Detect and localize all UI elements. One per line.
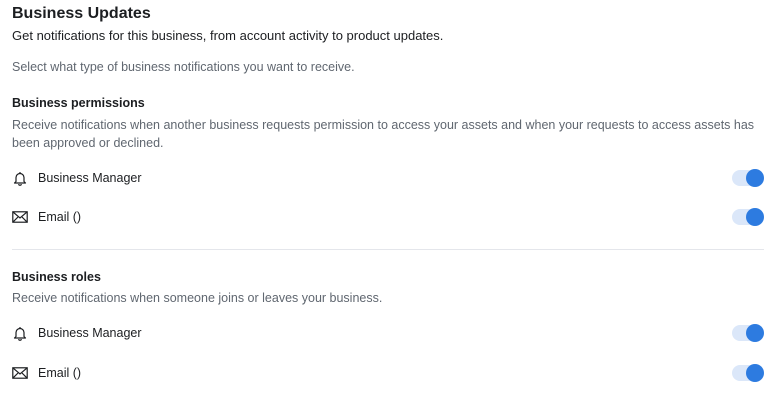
- email-toggle[interactable]: [732, 208, 764, 226]
- toggle-knob: [746, 169, 764, 187]
- section-title-business-permissions: Business permissions: [12, 96, 145, 110]
- page-title: Business Updates: [12, 5, 151, 22]
- setting-label: Business Manager: [38, 171, 142, 185]
- intro-text: Select what type of business notificatio…: [12, 60, 355, 74]
- setting-row-permissions-email: Email (): [12, 207, 764, 227]
- page-subtitle: Get notifications for this business, fro…: [12, 28, 444, 43]
- bell-icon: [12, 170, 28, 186]
- toggle-knob: [746, 324, 764, 342]
- setting-label: Email (): [38, 210, 82, 224]
- setting-label: Business Manager: [38, 326, 142, 340]
- section-description-business-roles: Receive notifications when someone joins…: [12, 291, 383, 305]
- setting-row-permissions-business-manager: Business Manager: [12, 168, 764, 188]
- section-title-business-roles: Business roles: [12, 270, 101, 284]
- bell-icon: [12, 325, 28, 341]
- section-description-business-permissions: Receive notifications when another busin…: [12, 118, 755, 150]
- envelope-icon: [12, 209, 28, 225]
- business-manager-toggle[interactable]: [732, 324, 764, 342]
- business-manager-toggle[interactable]: [732, 169, 764, 187]
- setting-label: Email (): [38, 366, 82, 380]
- business-updates-panel: Business Updates Get notifications for t…: [0, 0, 773, 399]
- section-divider: [12, 249, 764, 250]
- setting-row-roles-business-manager: Business Manager: [12, 323, 764, 343]
- envelope-icon: [12, 365, 28, 381]
- toggle-knob: [746, 364, 764, 382]
- setting-row-roles-email: Email (): [12, 363, 764, 383]
- toggle-knob: [746, 208, 764, 226]
- email-toggle[interactable]: [732, 364, 764, 382]
